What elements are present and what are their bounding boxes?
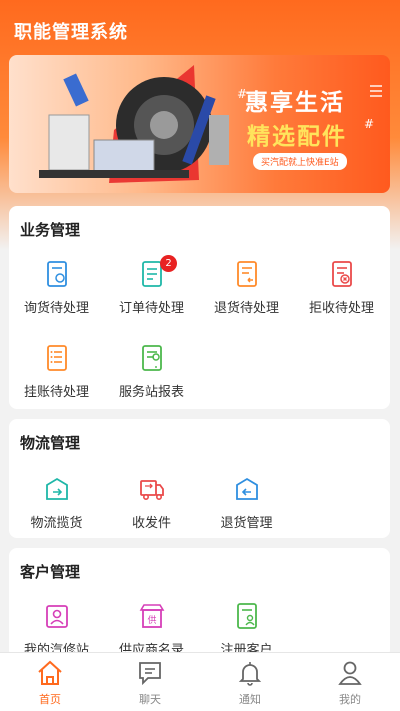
app-title: 职能管理系统	[14, 22, 128, 43]
tab-label: 通知	[239, 693, 261, 706]
section-title: 客户管理	[20, 563, 81, 581]
item-label: 询货待处理	[23, 301, 89, 316]
tab-home[interactable]: 首页	[0, 653, 100, 711]
banner-headline: 惠享生活	[245, 90, 345, 116]
svg-text:供: 供	[147, 614, 156, 626]
notification-badge: 2	[160, 255, 177, 272]
credit-pending-item[interactable]: 挂账待处理	[9, 344, 104, 414]
supplier-store-icon: 供	[139, 604, 165, 628]
station-report-item[interactable]: 服务站报表	[104, 344, 199, 414]
item-label: 服务站报表	[118, 385, 184, 400]
promo-banner[interactable]: # # 惠享生活 精选配件 买汽配就上快准E站	[9, 55, 390, 193]
order-pending-item[interactable]: 2 订单待处理	[104, 255, 199, 330]
station-report-icon	[142, 345, 162, 371]
item-label: 挂账待处理	[23, 385, 89, 400]
banner-tagline: 买汽配就上快准E站	[253, 153, 347, 170]
return-doc-icon	[237, 261, 257, 287]
item-label: 退货待处理	[213, 301, 279, 316]
business-management-card: 业务管理 询货待处理 2 订单待处理 退货待处理 拒收待处理 挂账待处理 服务站…	[9, 206, 390, 409]
logistics-management-card: 物流管理 物流揽货 收发件 退货管理	[9, 419, 390, 538]
inquiry-pending-item[interactable]: 询货待处理	[9, 260, 104, 330]
send-receive-item[interactable]: 收发件	[104, 475, 199, 545]
bottom-tab-bar: 首页 聊天 通知 我的	[0, 652, 400, 711]
return-management-item[interactable]: 退货管理	[199, 475, 294, 545]
tab-label: 聊天	[139, 693, 161, 706]
hash-mark: #	[364, 117, 375, 131]
section-title: 物流管理	[20, 434, 81, 452]
inquiry-doc-icon	[47, 261, 67, 287]
logistics-pickup-item[interactable]: 物流揽货	[9, 475, 104, 545]
item-label: 物流揽货	[30, 516, 83, 531]
item-label: 收发件	[131, 516, 171, 531]
tab-notifications[interactable]: 通知	[200, 653, 300, 711]
tab-label: 首页	[39, 693, 61, 706]
bell-icon	[238, 662, 262, 686]
banner-subline: 精选配件	[247, 124, 347, 150]
reject-doc-icon	[332, 261, 352, 287]
pickup-box-icon	[46, 477, 68, 500]
item-label: 订单待处理	[118, 301, 184, 316]
tab-profile[interactable]: 我的	[300, 653, 400, 711]
repair-station-icon	[46, 605, 68, 628]
return-box-icon	[236, 477, 258, 500]
item-label: 退货管理	[220, 516, 273, 531]
home-icon	[38, 660, 62, 685]
customer-management-card: 客户管理 我的汽修站 供 供应商名录 注册客户	[9, 548, 390, 658]
credit-list-icon	[47, 345, 67, 371]
section-title: 业务管理	[20, 221, 81, 239]
tab-label: 我的	[339, 693, 361, 706]
item-label: 拒收待处理	[308, 301, 374, 316]
return-pending-item[interactable]: 退货待处理	[199, 260, 294, 330]
lines-icon	[370, 85, 382, 100]
register-customer-icon	[237, 603, 257, 629]
reject-pending-item[interactable]: 拒收待处理	[294, 260, 389, 330]
tab-chat[interactable]: 聊天	[100, 653, 200, 711]
delivery-truck-icon	[140, 480, 164, 500]
chat-icon	[139, 662, 161, 686]
profile-icon	[338, 661, 362, 685]
